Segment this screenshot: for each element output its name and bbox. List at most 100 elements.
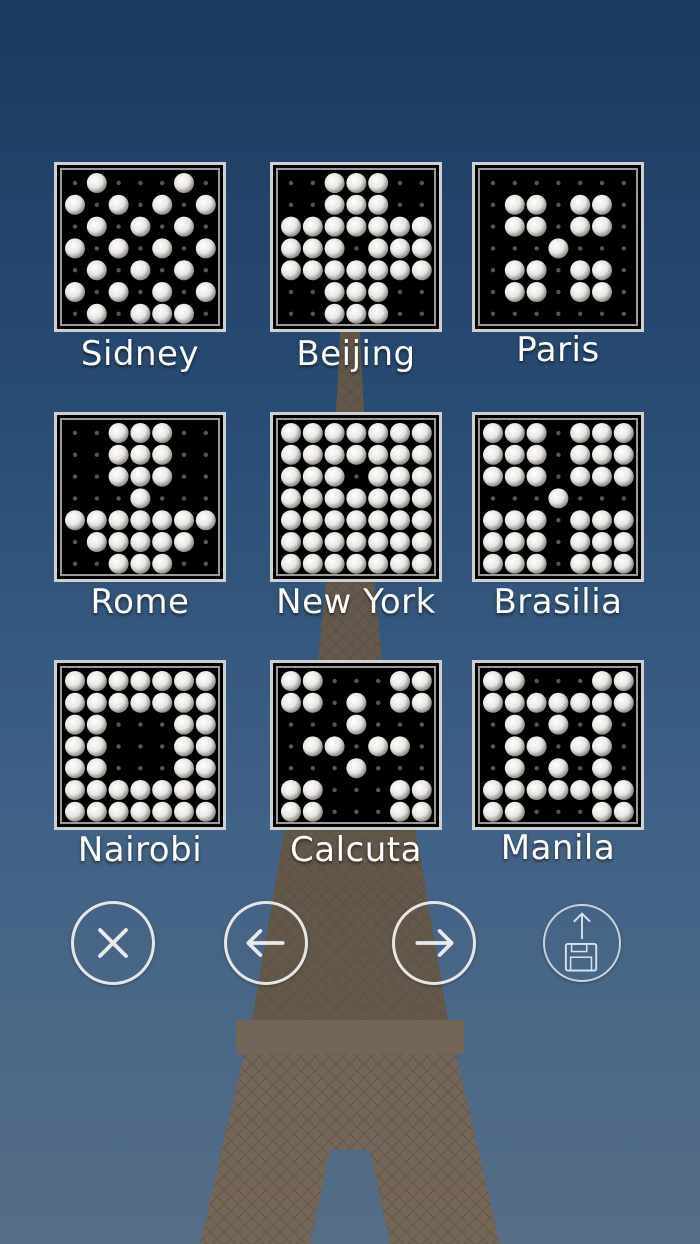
- peg: [592, 801, 612, 822]
- peg: [195, 758, 216, 779]
- empty-hole: [203, 496, 208, 501]
- level-tile-sidney[interactable]: [54, 162, 226, 332]
- level-name-sidney[interactable]: Sidney: [20, 334, 260, 374]
- level-name-paris[interactable]: Paris: [438, 330, 678, 370]
- peg: [504, 671, 525, 691]
- peg: [390, 260, 410, 281]
- level-name-rome[interactable]: Rome: [20, 582, 260, 622]
- level-tile-beijing[interactable]: [270, 162, 442, 332]
- empty-hole: [556, 452, 561, 457]
- empty-hole: [138, 246, 143, 251]
- peg: [130, 532, 151, 552]
- empty-hole: [72, 496, 78, 501]
- empty-hole: [116, 766, 121, 771]
- peg: [526, 780, 547, 800]
- peg: [324, 194, 345, 215]
- peg: [281, 532, 301, 552]
- peg: [108, 282, 129, 302]
- empty-hole: [556, 311, 561, 316]
- level-tile-calcuta[interactable]: [270, 660, 442, 830]
- level-tile-nairobi[interactable]: [54, 660, 226, 830]
- peg: [86, 692, 107, 713]
- empty-hole: [376, 766, 381, 771]
- peg: [548, 758, 569, 779]
- empty-hole: [556, 678, 561, 684]
- level-tile-brasilia[interactable]: [472, 412, 644, 582]
- level-tile-newyork[interactable]: [270, 412, 442, 582]
- peg: [86, 303, 107, 324]
- peg: [281, 780, 301, 800]
- peg: [368, 423, 389, 443]
- peg: [570, 510, 591, 531]
- empty-hole: [556, 518, 561, 523]
- peg: [368, 282, 389, 302]
- level-name-brasilia[interactable]: Brasilia: [438, 582, 678, 622]
- close-button[interactable]: [71, 901, 155, 985]
- peg: [570, 532, 591, 552]
- peg: [592, 282, 612, 302]
- peg: [592, 194, 612, 215]
- peg: [504, 532, 525, 552]
- peg: [504, 553, 525, 574]
- empty-hole: [72, 224, 78, 229]
- empty-hole: [94, 202, 99, 207]
- empty-hole: [332, 766, 337, 771]
- peg: [86, 510, 107, 531]
- peg: [368, 736, 389, 757]
- peg: [324, 510, 345, 531]
- empty-hole: [181, 202, 187, 207]
- arrow-left-icon: [246, 929, 285, 957]
- level-name-nairobi[interactable]: Nairobi: [20, 830, 260, 870]
- empty-hole: [556, 202, 561, 207]
- peg: [368, 238, 389, 259]
- peg-board-newyork: [281, 423, 432, 574]
- peg: [174, 510, 194, 531]
- peg: [130, 260, 151, 281]
- empty-hole: [419, 180, 424, 186]
- level-tile-manila[interactable]: [472, 660, 644, 830]
- peg: [483, 553, 503, 574]
- peg: [152, 671, 173, 691]
- peg: [65, 714, 85, 735]
- level-name-manila[interactable]: Manila: [438, 828, 678, 868]
- peg: [592, 758, 612, 779]
- peg: [411, 260, 432, 281]
- peg: [411, 780, 432, 800]
- previous-page-button[interactable]: [224, 901, 308, 985]
- peg: [346, 260, 367, 281]
- peg: [302, 510, 323, 531]
- peg: [108, 444, 129, 465]
- peg: [592, 736, 612, 757]
- empty-hole: [376, 787, 381, 793]
- empty-hole: [490, 496, 496, 501]
- peg: [368, 532, 389, 552]
- peg: [592, 510, 612, 531]
- peg: [526, 466, 547, 487]
- peg: [195, 692, 216, 713]
- empty-hole: [397, 722, 403, 727]
- empty-hole: [181, 289, 187, 295]
- save-upload-button[interactable]: [543, 904, 621, 982]
- peg: [65, 780, 85, 800]
- level-tile-paris[interactable]: [472, 162, 644, 332]
- peg: [302, 553, 323, 574]
- empty-hole: [72, 311, 78, 316]
- peg: [324, 216, 345, 237]
- empty-hole: [599, 246, 605, 251]
- level-tile-rome[interactable]: [54, 412, 226, 582]
- peg: [592, 692, 612, 713]
- empty-hole: [138, 180, 143, 186]
- peg: [302, 423, 323, 443]
- empty-hole: [376, 722, 381, 727]
- peg: [570, 260, 591, 281]
- peg: [195, 194, 216, 215]
- peg-board-beijing: [281, 173, 432, 324]
- empty-hole: [160, 722, 165, 727]
- peg: [411, 532, 432, 552]
- peg: [86, 780, 107, 800]
- peg: [592, 423, 612, 443]
- next-page-button[interactable]: [392, 901, 476, 985]
- peg: [324, 260, 345, 281]
- empty-hole: [621, 744, 626, 749]
- empty-hole: [490, 744, 496, 749]
